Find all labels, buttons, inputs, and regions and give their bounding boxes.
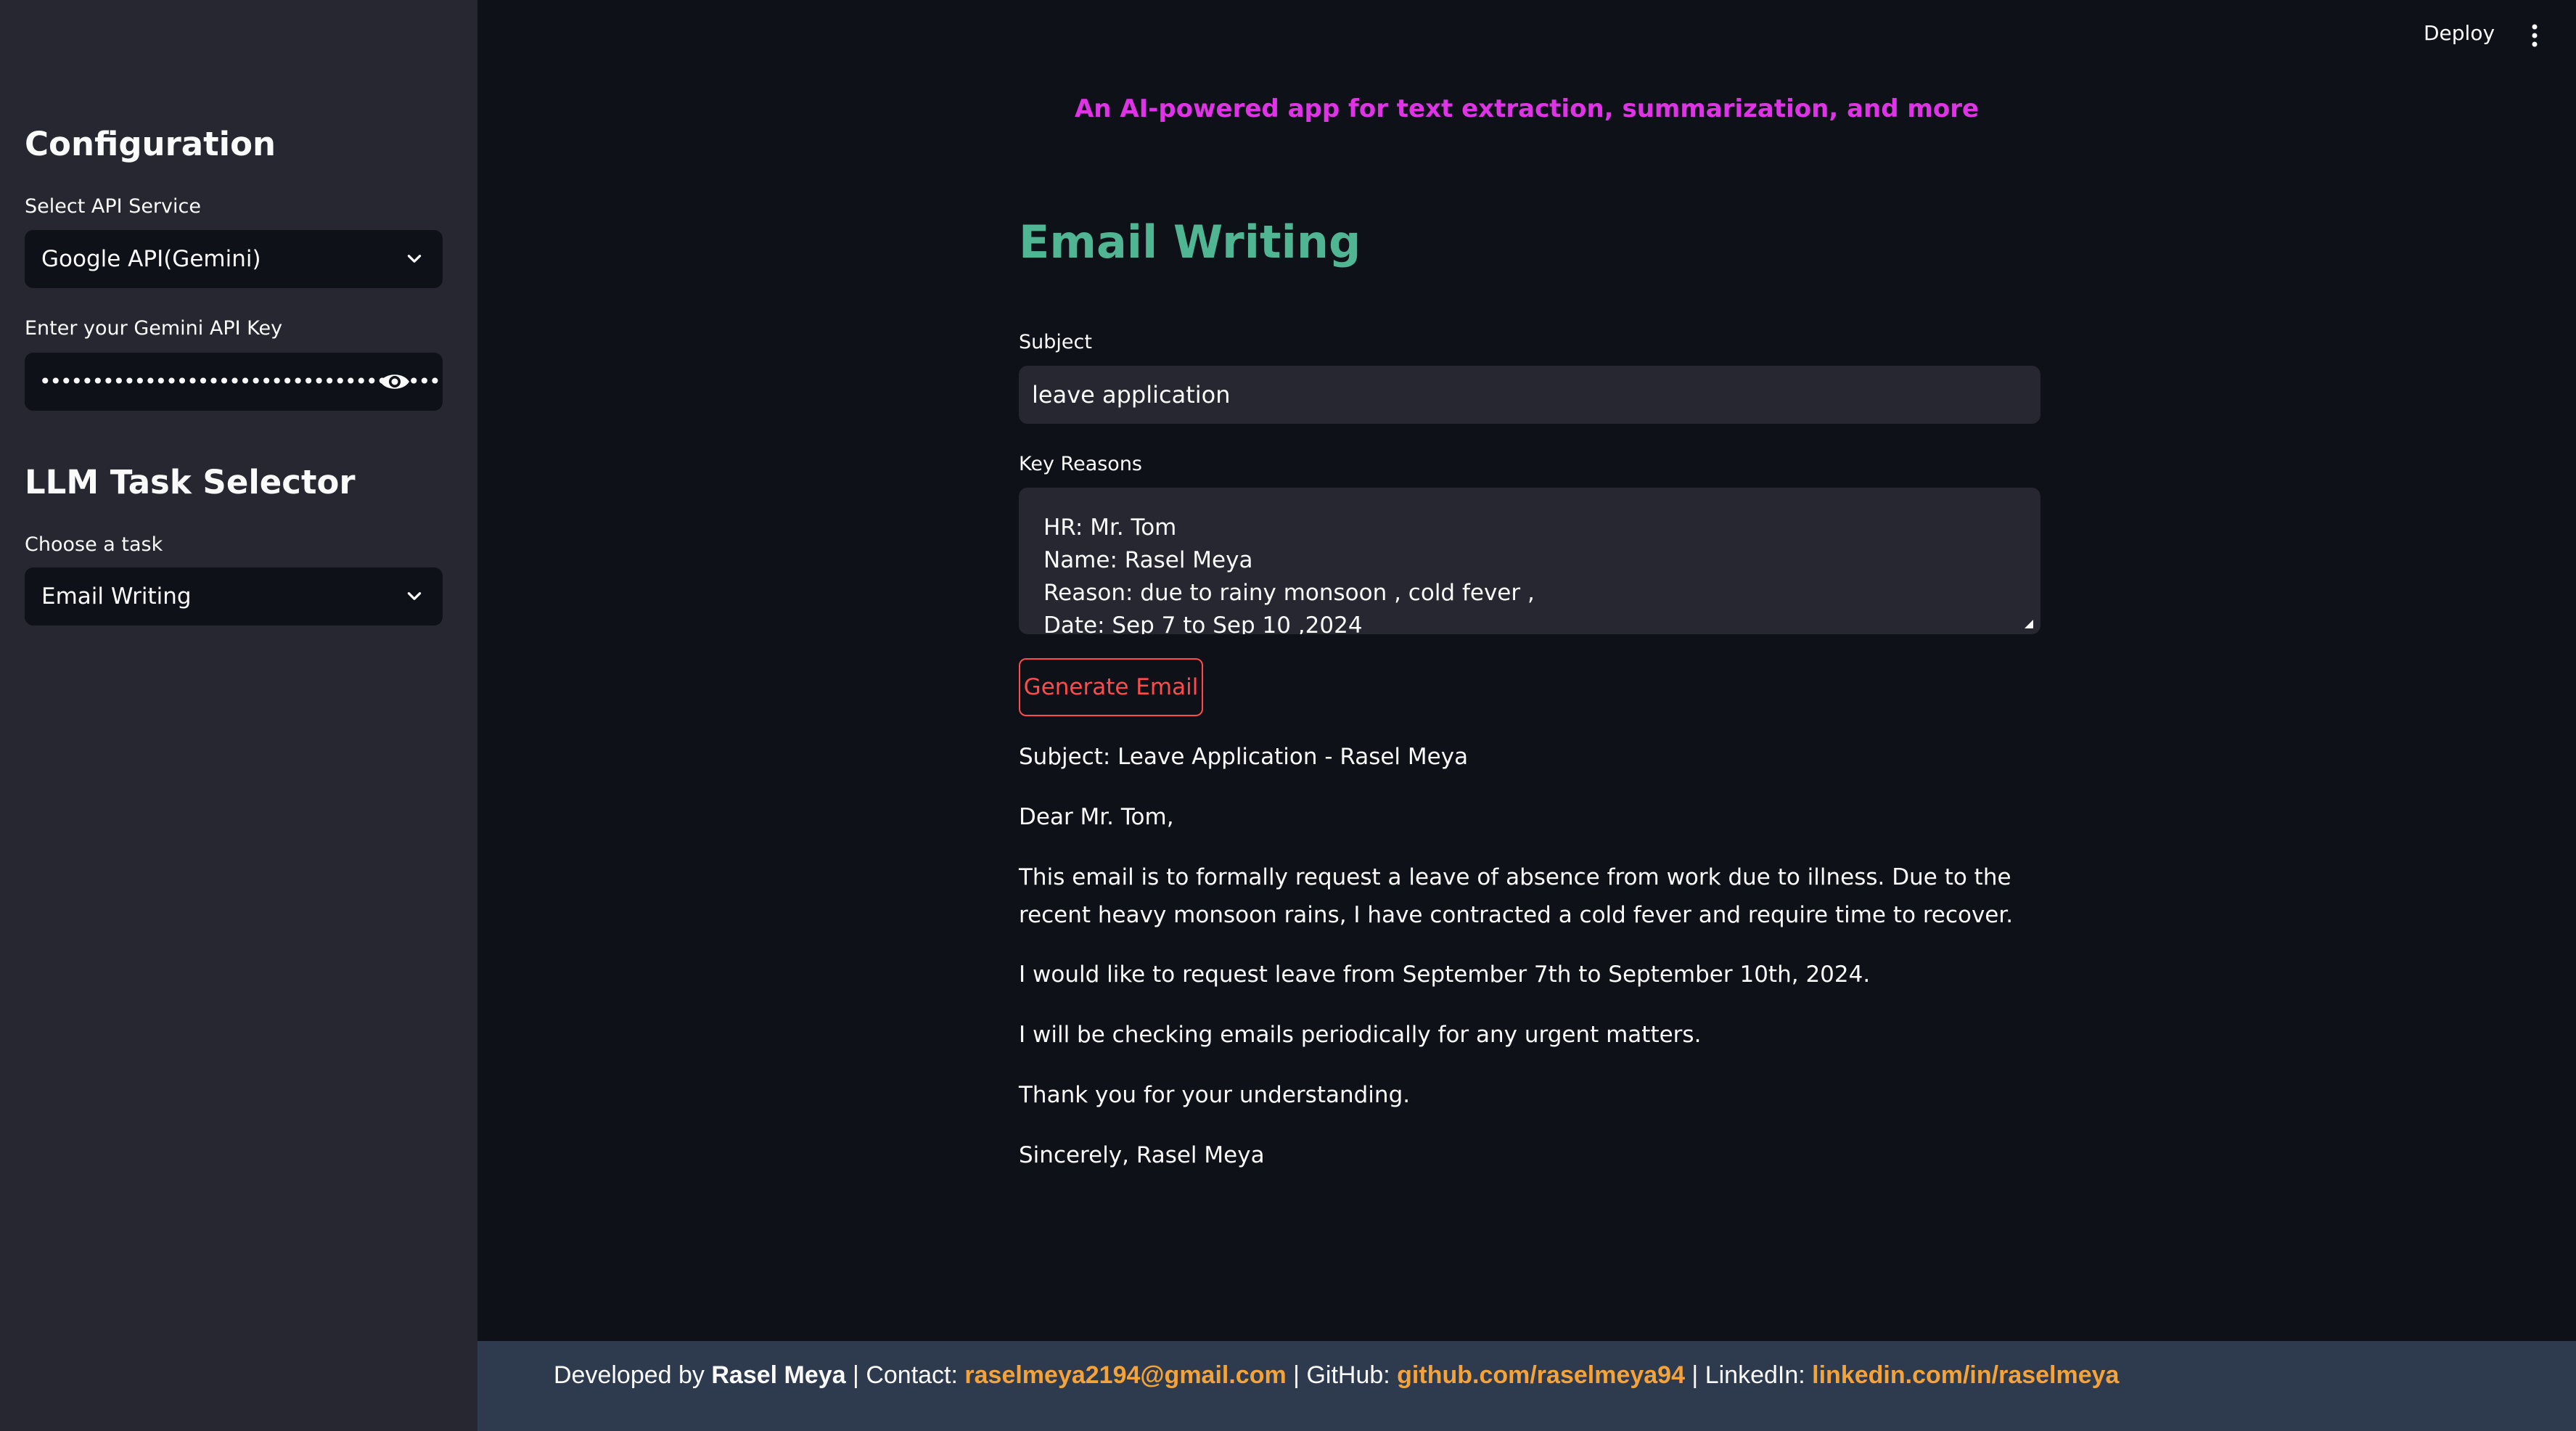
key-reasons-line: Date: Sep 7 to Sep 10 ,2024 [1043, 612, 1363, 635]
footer-linkedin-label: | LinkedIn: [1684, 1361, 1813, 1389]
sidebar: Configuration Select API Service Google … [0, 0, 477, 1431]
key-reasons-textarea[interactable]: HR: Mr. Tom Name: Rasel Meya Reason: due… [1019, 488, 2040, 634]
footer-credits: Developed by Rasel Meya | Contact: rasel… [554, 1341, 2119, 1409]
sidebar-configuration-heading: Configuration [25, 125, 276, 163]
subject-input-value: leave application [1032, 381, 1231, 409]
subject-input[interactable]: leave application [1019, 366, 2040, 424]
email-closing: Sincerely, Rasel Meya [1019, 1142, 1265, 1168]
key-reasons-line: Reason: due to rainy monsoon , cold feve… [1043, 580, 1535, 606]
chevron-down-icon [407, 592, 422, 600]
resize-handle-icon[interactable] [2025, 620, 2033, 628]
footer-linkedin-link[interactable]: linkedin.com/in/raselmeya [1812, 1361, 2119, 1389]
footer-developer-name: Rasel Meya [711, 1361, 846, 1389]
api-service-selected-value: Google API(Gemini) [41, 246, 261, 272]
api-key-label: Enter your Gemini API Key [25, 317, 283, 340]
footer: Developed by Rasel Meya | Contact: rasel… [477, 1341, 2576, 1431]
vertical-dots-icon[interactable] [2527, 23, 2543, 48]
key-reasons-line: HR: Mr. Tom [1043, 514, 1177, 541]
footer-developed-by: Developed by [554, 1361, 712, 1389]
api-service-label: Select API Service [25, 195, 201, 218]
email-paragraph: I would like to request leave from Septe… [1019, 961, 1871, 988]
page-title: Email Writing [1019, 216, 1361, 268]
key-reasons-label: Key Reasons [1019, 453, 1143, 475]
generate-email-button[interactable]: Generate Email [1019, 658, 1203, 716]
app-tagline: An AI-powered app for text extraction, s… [1074, 94, 1980, 123]
sidebar-task-selector-heading: LLM Task Selector [25, 463, 356, 501]
email-paragraph: I will be checking emails periodically f… [1019, 1022, 1702, 1048]
task-choose-label: Choose a task [25, 533, 163, 556]
task-selected-value: Email Writing [41, 583, 192, 610]
eye-icon[interactable] [379, 370, 411, 393]
email-subject: Subject: Leave Application - Rasel Meya [1019, 744, 1469, 770]
email-paragraph: Thank you for your understanding. [1019, 1082, 1411, 1108]
footer-email-link[interactable]: raselmeya2194@gmail.com [964, 1361, 1286, 1389]
footer-github-link[interactable]: github.com/raselmeya94 [1397, 1361, 1685, 1389]
email-paragraph: This email is to formally request a leav… [1019, 864, 2014, 928]
footer-github-label: | GitHub: [1286, 1361, 1398, 1389]
app-root: Configuration Select API Service Google … [0, 0, 2576, 1431]
key-reasons-line: Name: Rasel Meya [1043, 547, 1253, 573]
email-greeting: Dear Mr. Tom, [1019, 804, 1174, 830]
chevron-down-icon [407, 255, 422, 263]
deploy-button[interactable]: Deploy [2424, 23, 2495, 44]
api-key-input[interactable]: •••••••••••••••••••••••••••••••••••••• [25, 353, 443, 411]
subject-label: Subject [1019, 331, 1092, 353]
footer-contact-label: | Contact: [845, 1361, 965, 1389]
api-service-select[interactable]: Google API(Gemini) [25, 230, 443, 288]
task-select[interactable]: Email Writing [25, 567, 443, 626]
